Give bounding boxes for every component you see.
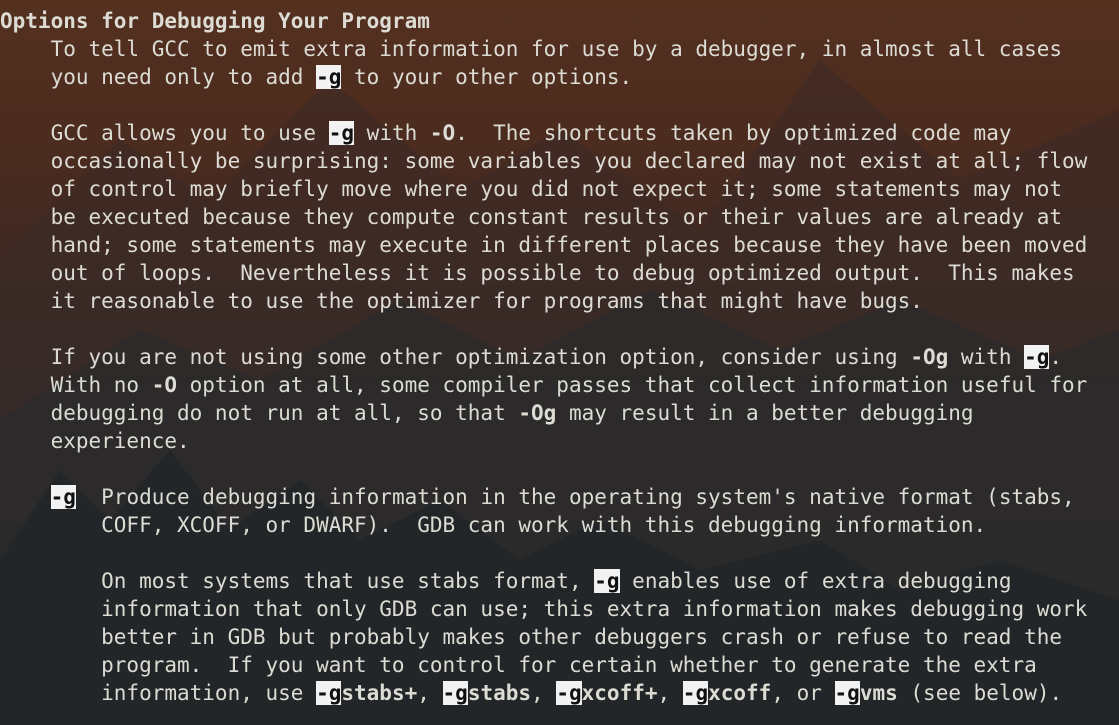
- terminal-line: -g Produce debugging information in the …: [0, 483, 1119, 511]
- text-segment: experience.: [0, 429, 190, 453]
- search-match-highlight: -g: [556, 681, 582, 705]
- search-match-highlight: -g: [316, 681, 342, 705]
- terminal-line: With no -O option at all, some compiler …: [0, 371, 1119, 399]
- search-match-highlight: -g: [50, 485, 76, 509]
- search-match-highlight: -g: [834, 681, 860, 705]
- terminal-line: COFF, XCOFF, or DWARF). GDB can work wit…: [0, 511, 1119, 539]
- bold-text: xcoff+: [581, 681, 658, 705]
- terminal-line: program. If you want to control for cert…: [0, 651, 1119, 679]
- text-segment: (see below).: [897, 681, 1063, 705]
- text-segment: of control may briefly move where you di…: [0, 177, 1063, 201]
- text-segment: ,: [531, 681, 557, 705]
- bold-text: Options for Debugging Your Program: [0, 9, 430, 33]
- terminal-line: If you are not using some other optimiza…: [0, 343, 1119, 371]
- text-segment: with: [354, 121, 430, 145]
- text-segment: Produce debugging information in the ope…: [75, 485, 1075, 509]
- bold-text: xcoff: [708, 681, 772, 705]
- text-segment: With no: [0, 373, 152, 397]
- text-segment: better in GDB but probably makes other d…: [0, 625, 1063, 649]
- bold-text: -O: [151, 373, 178, 397]
- text-segment: .: [1049, 345, 1063, 369]
- terminal-line: it reasonable to use the optimizer for p…: [0, 287, 1119, 315]
- terminal-line: debugging do not run at all, so that -Og…: [0, 399, 1119, 427]
- terminal-line: of control may briefly move where you di…: [0, 175, 1119, 203]
- search-match-highlight: -g: [316, 65, 342, 89]
- terminal-line: information, use -gstabs+, -gstabs, -gxc…: [0, 679, 1119, 707]
- terminal-line: be executed because they compute constan…: [0, 203, 1119, 231]
- bold-text: vms: [859, 681, 898, 705]
- terminal-line: GCC allows you to use -g with -O. The sh…: [0, 119, 1119, 147]
- terminal-line: occasionally be surprising: some variabl…: [0, 147, 1119, 175]
- text-segment: it reasonable to use the optimizer for p…: [0, 289, 923, 313]
- text-segment: information that only GDB can use; this …: [0, 597, 1088, 621]
- text-segment: COFF, XCOFF, or DWARF). GDB can work wit…: [0, 513, 987, 537]
- text-segment: ,: [417, 681, 443, 705]
- text-segment: [0, 485, 51, 509]
- text-segment: you need only to add: [0, 65, 317, 89]
- text-segment: may result in a better debugging: [556, 401, 974, 425]
- search-match-highlight: -g: [328, 121, 355, 145]
- text-segment: enables use of extra debugging: [619, 569, 1012, 593]
- terminal-line: hand; some statements may execute in dif…: [0, 231, 1119, 259]
- bold-text: stabs: [467, 681, 532, 705]
- text-segment: hand; some statements may execute in dif…: [0, 233, 1088, 257]
- text-segment: To tell GCC to emit extra information fo…: [0, 37, 1063, 61]
- bold-text: stabs+: [341, 681, 418, 705]
- text-segment: option at all, some compiler passes that…: [177, 373, 1088, 397]
- text-segment: debugging do not run at all, so that: [0, 401, 519, 425]
- terminal-line: out of loops. Nevertheless it is possibl…: [0, 259, 1119, 287]
- bold-text: -Og: [910, 345, 949, 369]
- search-match-highlight: -g: [1024, 345, 1050, 369]
- bold-text: -Og: [518, 401, 557, 425]
- text-segment: with: [948, 345, 1025, 369]
- terminal-line: Options for Debugging Your Program: [0, 7, 1119, 35]
- text-segment: ,: [657, 681, 683, 705]
- text-segment: information, use: [0, 681, 317, 705]
- text-segment: be executed because they compute constan…: [0, 205, 1063, 229]
- terminal-line: information that only GDB can use; this …: [0, 595, 1119, 623]
- search-match-highlight: -g: [442, 681, 468, 705]
- text-segment: out of loops. Nevertheless it is possibl…: [0, 261, 1075, 285]
- bold-text: -O: [429, 121, 456, 145]
- text-segment: , or: [771, 681, 835, 705]
- terminal-line: you need only to add -g to your other op…: [0, 63, 1119, 91]
- text-segment: to your other options.: [341, 65, 633, 89]
- text-segment: occasionally be surprising: some variabl…: [0, 149, 1088, 173]
- terminal-line: better in GDB but probably makes other d…: [0, 623, 1119, 651]
- text-segment: program. If you want to control for cert…: [0, 653, 1037, 677]
- text-segment: . The shortcuts taken by optimized code …: [455, 121, 1012, 145]
- text-segment: On most systems that use stabs format,: [0, 569, 595, 593]
- search-match-highlight: -g: [682, 681, 709, 705]
- search-match-highlight: -g: [594, 569, 620, 593]
- terminal-line: To tell GCC to emit extra information fo…: [0, 35, 1119, 63]
- terminal-line: experience.: [0, 427, 1119, 455]
- terminal-output: Options for Debugging Your Program To te…: [0, 7, 1119, 725]
- text-segment: GCC allows you to use: [0, 121, 329, 145]
- terminal-line: On most systems that use stabs format, -…: [0, 567, 1119, 595]
- text-segment: If you are not using some other optimiza…: [0, 345, 911, 369]
